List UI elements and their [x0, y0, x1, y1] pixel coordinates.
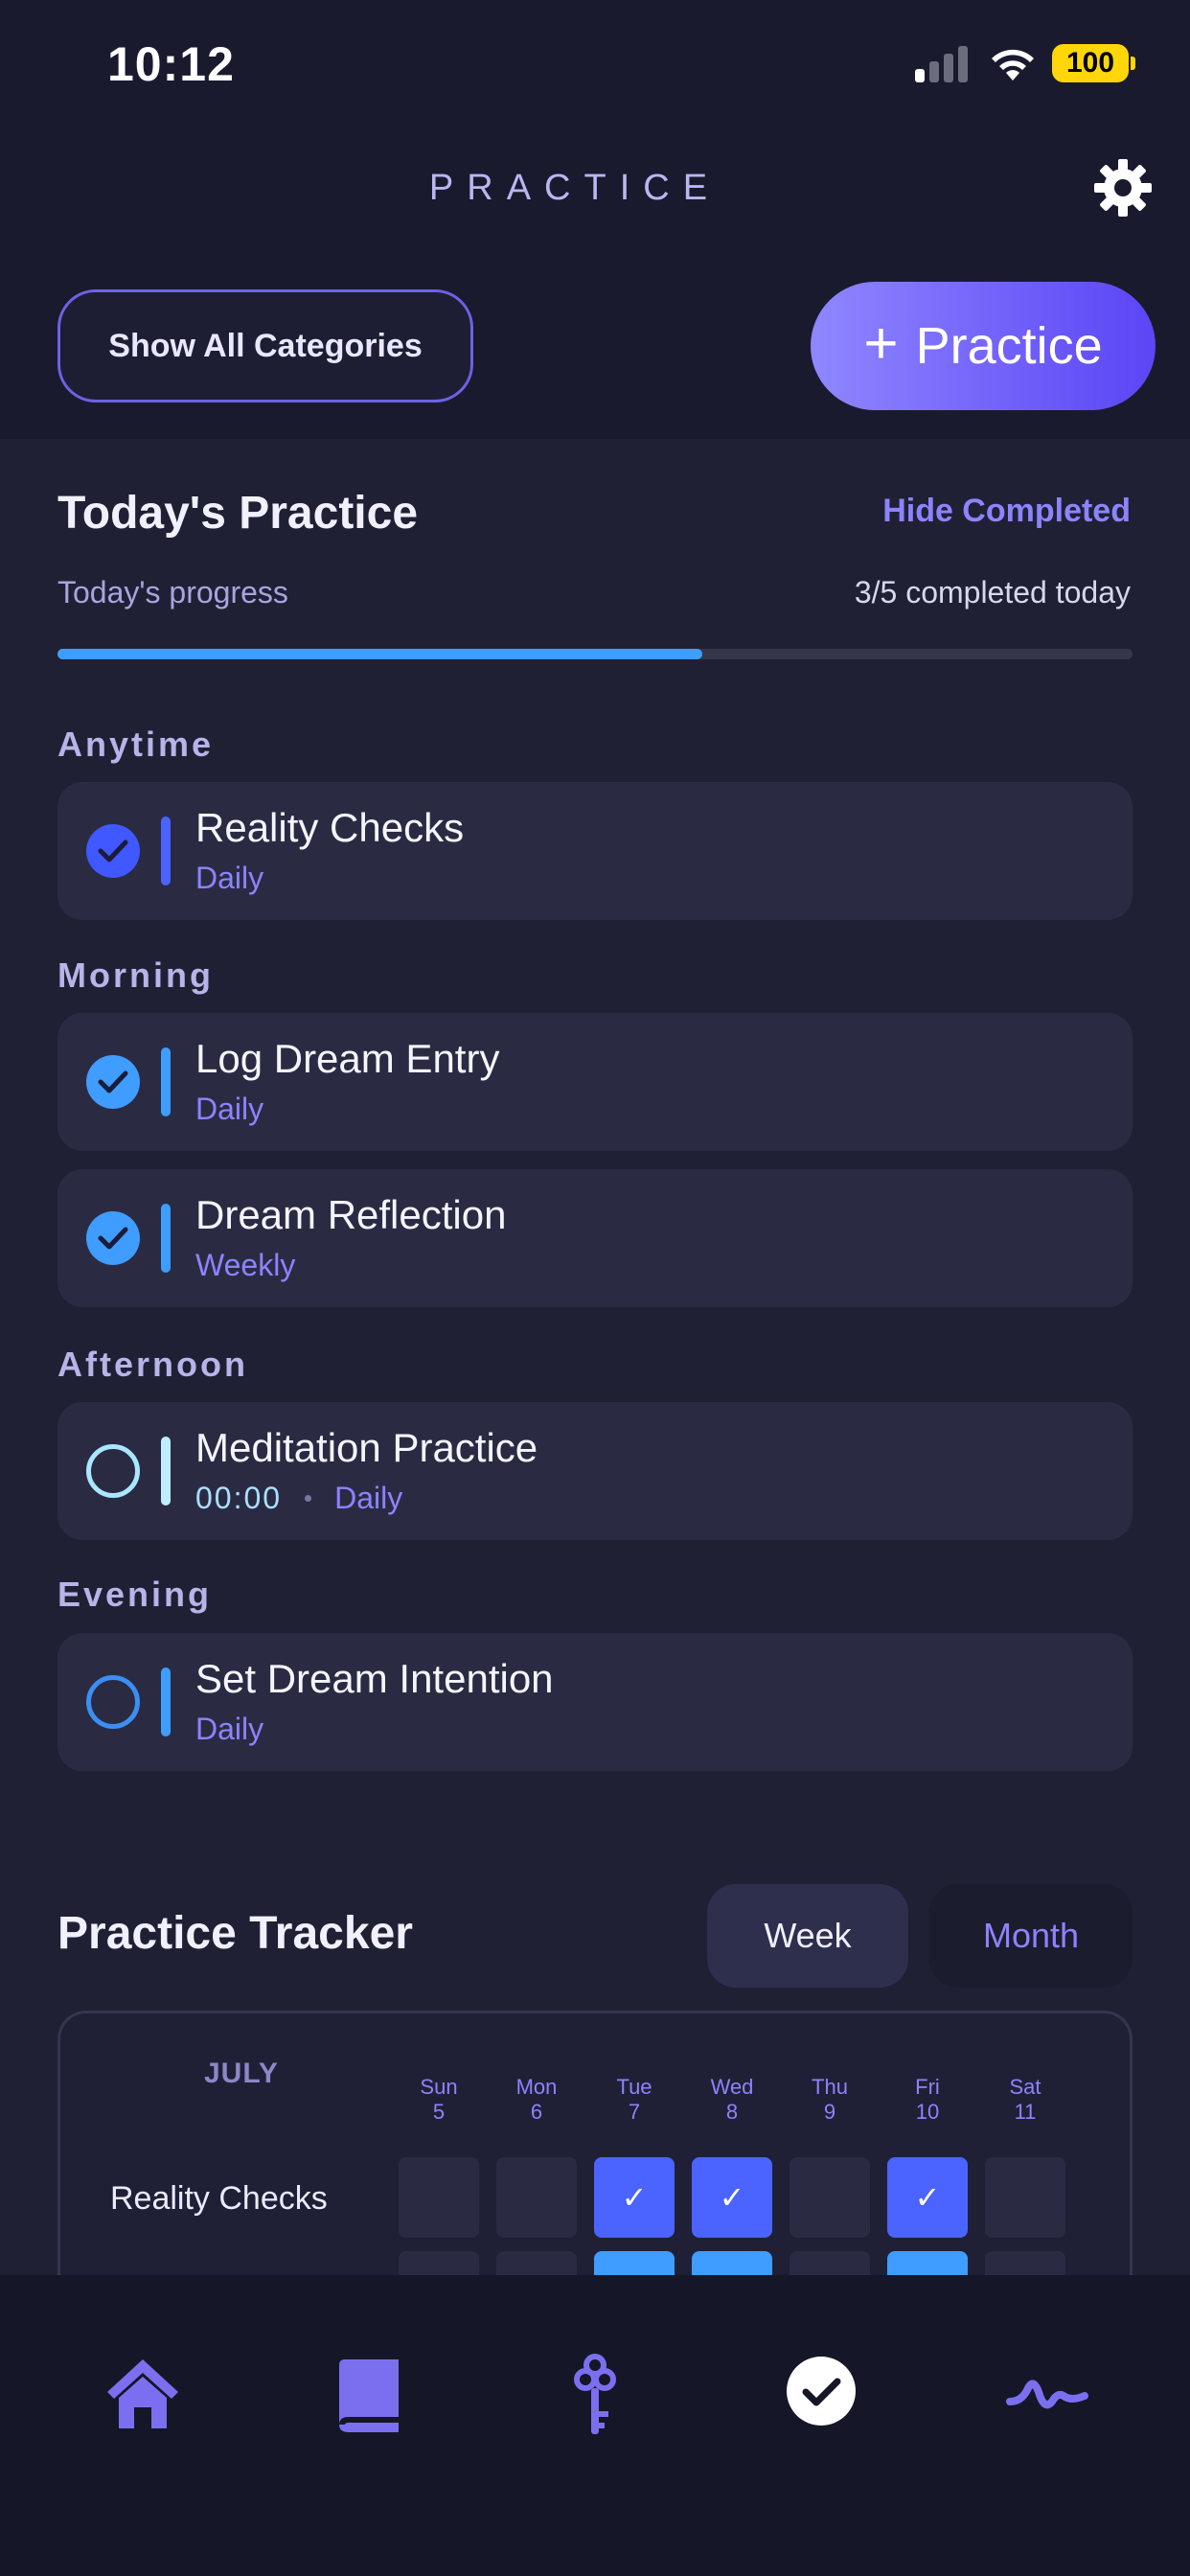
check-mark-icon: ✓ — [719, 2180, 745, 2215]
category-color-bar — [161, 1047, 171, 1116]
tracker-cell[interactable] — [496, 2157, 577, 2238]
practice-card[interactable]: Log Dream Entry Daily — [57, 1013, 1133, 1151]
status-time: 10:12 — [107, 37, 235, 91]
group-label-afternoon: Afternoon — [57, 1345, 248, 1384]
day-number: 10 — [915, 2100, 940, 2124]
checked-circle-icon[interactable] — [86, 1211, 140, 1265]
practice-card[interactable]: Meditation Practice 00:00 Daily — [57, 1402, 1133, 1540]
group-label-evening: Evening — [57, 1575, 213, 1614]
plus-icon: + — [863, 310, 899, 377]
day-name: Fri — [915, 2075, 940, 2099]
home-icon[interactable] — [100, 2352, 186, 2438]
practice-name: Reality Checks — [195, 805, 465, 850]
progress-count: 3/5 completed today — [854, 575, 1131, 610]
practice-time: 00:00 — [195, 1481, 283, 1515]
tracker-cell[interactable]: ✓ — [887, 2157, 968, 2238]
section-title: Today's Practice — [57, 488, 419, 539]
tracker-cell[interactable]: ✓ — [692, 2157, 772, 2238]
check-mark-icon: ✓ — [621, 2180, 648, 2215]
practice-meta: 00:00 Daily — [195, 1481, 402, 1516]
page-title: PRACTICE — [428, 168, 721, 208]
gear-icon[interactable] — [1092, 157, 1154, 218]
practice-name: Dream Reflection — [195, 1192, 507, 1237]
practice-frequency: Daily — [195, 1712, 264, 1746]
day-header: Sat 11 — [982, 2075, 1068, 2125]
tracker-grid: JULY Reality Checks Sun 5 Mon 6 Tue 7 Wed 8 Thu 9… — [57, 2011, 1133, 2288]
tracker-month: JULY — [204, 2058, 279, 2089]
add-practice-button[interactable]: + Practice — [811, 282, 1156, 410]
waveform-icon[interactable] — [1004, 2352, 1090, 2438]
day-name: Sat — [1009, 2075, 1041, 2099]
tracker-cell[interactable] — [790, 2157, 870, 2238]
hide-completed-button[interactable]: Hide Completed — [882, 493, 1131, 530]
category-color-bar — [161, 1668, 171, 1736]
day-header: Thu 9 — [787, 2075, 873, 2125]
category-color-bar — [161, 816, 171, 886]
practice-card[interactable]: Reality Checks Daily — [57, 782, 1133, 920]
progress-label: Today's progress — [57, 575, 288, 610]
group-label-anytime: Anytime — [57, 724, 215, 764]
checked-circle-icon[interactable] — [86, 824, 140, 878]
day-name: Wed — [710, 2075, 754, 2099]
category-color-bar — [161, 1204, 171, 1273]
day-name: Thu — [812, 2075, 848, 2099]
wifi-icon — [987, 42, 1039, 82]
practice-name: Log Dream Entry — [195, 1036, 500, 1081]
day-name: Sun — [420, 2075, 458, 2099]
unchecked-circle-icon[interactable] — [86, 1444, 140, 1498]
tracker-row-label: Reality Checks — [110, 2180, 328, 2217]
practice-name: Set Dream Intention — [195, 1656, 554, 1701]
category-color-bar — [161, 1437, 171, 1506]
practice-frequency: Daily — [334, 1481, 403, 1515]
battery-indicator: 100 — [1052, 44, 1135, 82]
day-header: Tue 7 — [591, 2075, 677, 2125]
day-number: 9 — [823, 2100, 836, 2124]
progress-bar-fill — [57, 649, 703, 659]
tab-week[interactable]: Week — [707, 1884, 908, 1988]
day-number: 6 — [530, 2100, 543, 2124]
show-all-categories-button[interactable]: Show All Categories — [57, 289, 473, 402]
practice-frequency: Weekly — [195, 1248, 296, 1282]
status-bar: 10:12 100 — [0, 0, 1190, 125]
unchecked-circle-icon[interactable] — [86, 1675, 140, 1729]
day-name: Mon — [515, 2075, 558, 2099]
progress-bar — [57, 649, 1133, 659]
practice-check-icon[interactable] — [778, 2352, 864, 2438]
tracker-cell[interactable] — [985, 2157, 1065, 2238]
journal-icon[interactable] — [326, 2352, 412, 2438]
day-name: Tue — [616, 2075, 652, 2099]
group-label-morning: Morning — [57, 955, 214, 995]
day-number: 5 — [432, 2100, 446, 2124]
day-header: Sun 5 — [396, 2075, 482, 2125]
day-header: Fri 10 — [884, 2075, 971, 2125]
key-icon[interactable] — [552, 2352, 638, 2438]
tracker-cell[interactable] — [399, 2157, 479, 2238]
checked-circle-icon[interactable] — [86, 1055, 140, 1109]
day-header: Wed 8 — [689, 2075, 775, 2125]
tab-month[interactable]: Month — [929, 1884, 1133, 1988]
cellular-signal-icon — [915, 46, 969, 82]
separator-dot — [305, 1495, 312, 1502]
practice-frequency: Daily — [195, 861, 264, 895]
practice-frequency: Daily — [195, 1092, 264, 1126]
day-header: Mon 6 — [493, 2075, 580, 2125]
day-number: 8 — [725, 2100, 739, 2124]
practice-card[interactable]: Dream Reflection Weekly — [57, 1169, 1133, 1307]
practice-card[interactable]: Set Dream Intention Daily — [57, 1633, 1133, 1771]
day-number: 11 — [1014, 2100, 1037, 2124]
practice-name: Meditation Practice — [195, 1425, 538, 1470]
bottom-nav — [0, 2275, 1190, 2576]
add-practice-label: Practice — [915, 317, 1103, 375]
check-mark-icon: ✓ — [914, 2180, 941, 2215]
tracker-cell[interactable]: ✓ — [594, 2157, 675, 2238]
day-number: 7 — [628, 2100, 641, 2124]
tracker-title: Practice Tracker — [57, 1908, 413, 1959]
